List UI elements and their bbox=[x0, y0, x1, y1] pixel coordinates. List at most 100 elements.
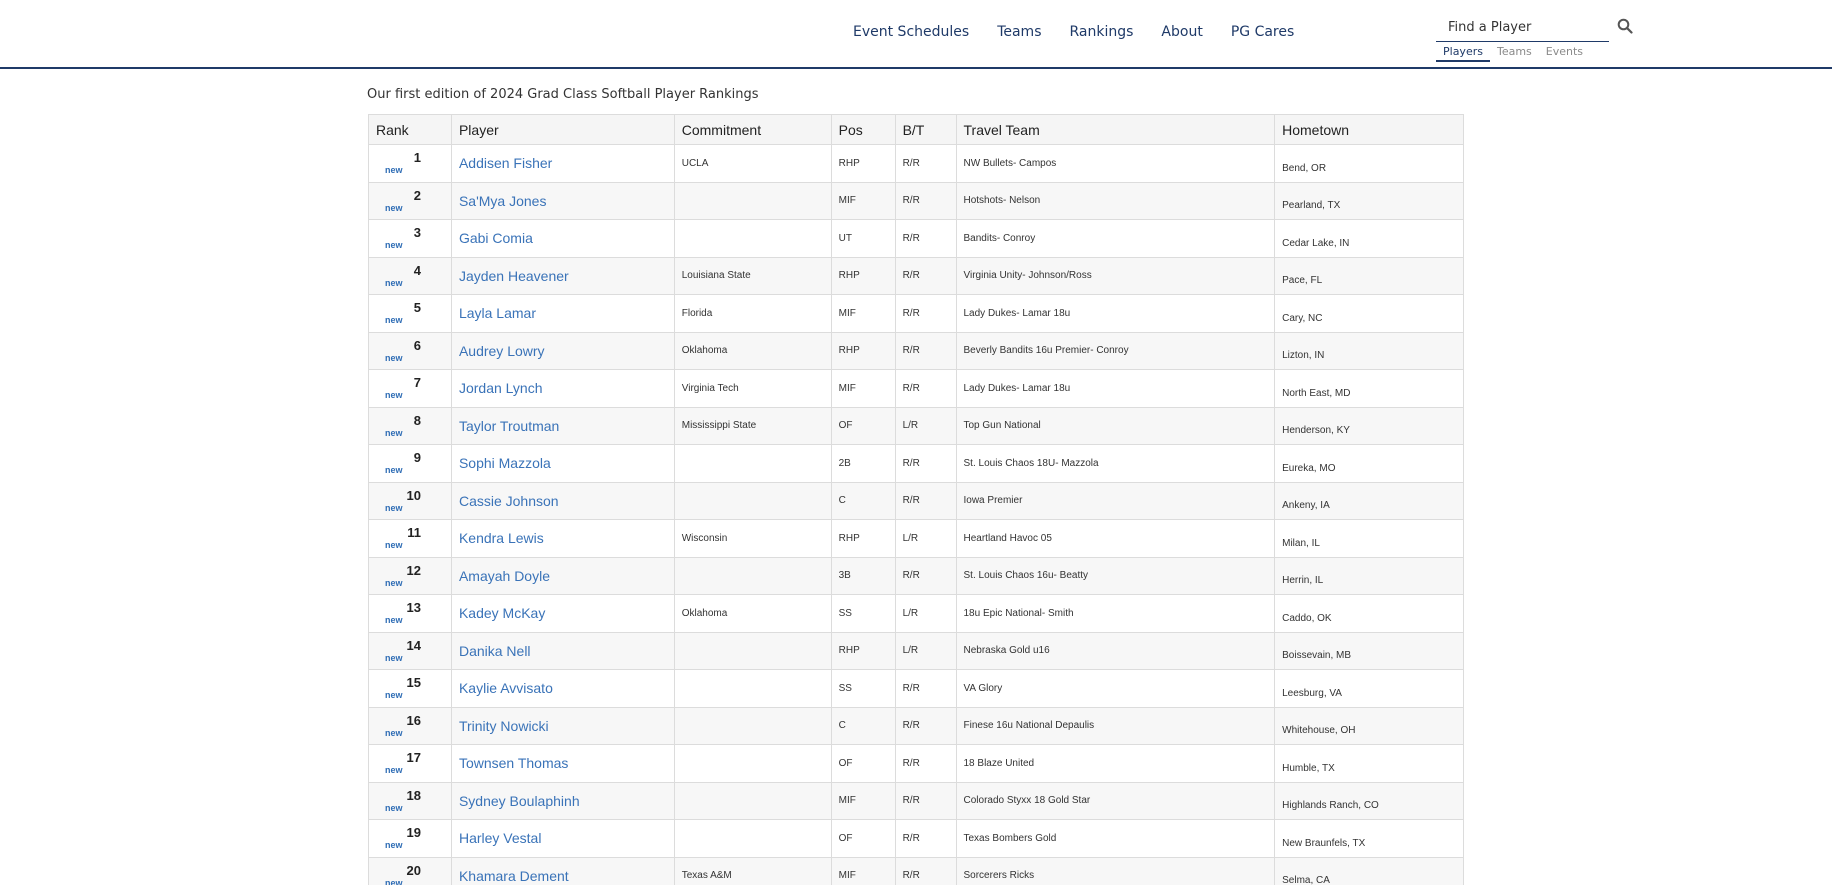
player-cell: Addisen Fisher bbox=[450, 144, 675, 182]
commitment-cell: UCLA bbox=[673, 144, 832, 182]
search-tab-events[interactable]: Events bbox=[1539, 45, 1590, 62]
player-link[interactable]: Addisen Fisher bbox=[459, 155, 552, 171]
player-link[interactable]: Layla Lamar bbox=[459, 305, 536, 321]
position-cell: MIF bbox=[830, 781, 896, 820]
rank-cell: 6 new bbox=[368, 331, 452, 370]
position-cell: C bbox=[830, 481, 896, 520]
hometown-cell: Pace, FL bbox=[1274, 256, 1464, 295]
rank-number: 13 bbox=[406, 600, 421, 616]
player-link[interactable]: Sa'Mya Jones bbox=[459, 193, 547, 209]
bats-throws-cell: R/R bbox=[894, 256, 956, 295]
site-header: Event Schedules Teams Rankings About PG … bbox=[0, 0, 1832, 69]
main-nav: Event Schedules Teams Rankings About PG … bbox=[853, 24, 1294, 40]
player-link[interactable]: Kendra Lewis bbox=[459, 530, 544, 546]
search-icon[interactable] bbox=[1617, 18, 1635, 36]
player-link[interactable]: Sophi Mazzola bbox=[459, 455, 551, 471]
bats-throws-cell: L/R bbox=[894, 631, 956, 670]
bats-throws-cell: R/R bbox=[894, 294, 956, 332]
bats-throws-cell: R/R bbox=[894, 669, 956, 707]
table-row: 6 new Audrey Lowry Oklahoma RHP R/R Beverly Ba… bbox=[368, 331, 1464, 370]
bats-throws-cell: R/R bbox=[894, 331, 956, 370]
nav-event-schedules[interactable]: Event Schedules bbox=[853, 24, 969, 40]
hometown-cell: Leesburg, VA bbox=[1274, 669, 1464, 707]
player-cell: Audrey Lowry bbox=[450, 331, 675, 370]
player-link[interactable]: Cassie Johnson bbox=[459, 493, 559, 509]
bats-throws-cell: R/R bbox=[894, 181, 956, 220]
position-cell: 3B bbox=[830, 556, 896, 595]
rank-number: 7 bbox=[413, 375, 421, 391]
hometown-cell: Henderson, KY bbox=[1274, 406, 1464, 445]
nav-about[interactable]: About bbox=[1161, 24, 1202, 40]
player-link[interactable]: Jayden Heavener bbox=[459, 268, 569, 284]
position-cell: OF bbox=[830, 744, 896, 782]
hometown-cell: Highlands Ranch, CO bbox=[1274, 781, 1464, 820]
rankings-intro: Our first edition of 2024 Grad Class Sof… bbox=[367, 87, 759, 102]
player-link[interactable]: Jordan Lynch bbox=[459, 380, 543, 396]
player-cell: Sydney Boulaphinh bbox=[450, 781, 675, 820]
nav-rankings[interactable]: Rankings bbox=[1069, 24, 1133, 40]
commitment-cell bbox=[673, 781, 832, 820]
table-row: 1 new Addisen Fisher UCLA RHP R/R NW Bullets- … bbox=[368, 144, 1464, 182]
table-row: 11 new Kendra Lewis Wisconsin RHP L/R Heartlan… bbox=[368, 519, 1464, 557]
position-cell: OF bbox=[830, 819, 896, 857]
player-cell: Layla Lamar bbox=[450, 294, 675, 332]
table-row: 18new Sydney Boulaphinh MIF R/R Colorado Sty… bbox=[368, 781, 1464, 820]
player-link[interactable]: Harley Vestal bbox=[459, 830, 541, 846]
table-row: 19new Harley Vestal OF R/R Texas Bombers Gol… bbox=[368, 819, 1464, 857]
rank-cell: 12new bbox=[368, 556, 452, 595]
player-search: Players Teams Events bbox=[1436, 14, 1633, 62]
player-link[interactable]: Townsen Thomas bbox=[459, 755, 568, 771]
travel-team-cell: 18u Epic National- Smith bbox=[955, 594, 1275, 632]
player-link[interactable]: Audrey Lowry bbox=[459, 343, 545, 359]
player-cell: Townsen Thomas bbox=[450, 744, 675, 782]
hometown-cell: Cary, NC bbox=[1274, 294, 1464, 332]
position-cell: RHP bbox=[830, 631, 896, 670]
rank-cell: 10new bbox=[368, 481, 452, 520]
bats-throws-cell: R/R bbox=[894, 369, 956, 407]
player-cell: Kaylie Avvisato bbox=[450, 669, 675, 707]
rank-number: 11 bbox=[407, 525, 421, 541]
rank-number: 15 bbox=[406, 675, 421, 691]
new-badge: new bbox=[385, 840, 403, 851]
rank-number: 6 bbox=[413, 337, 421, 353]
rank-number: 9 bbox=[413, 450, 421, 466]
search-input[interactable] bbox=[1436, 14, 1609, 42]
rank-cell: 19new bbox=[368, 819, 452, 857]
bats-throws-cell: R/R bbox=[894, 856, 956, 885]
travel-team-cell: Nebraska Gold u16 bbox=[955, 631, 1275, 670]
rank-cell: 2 new bbox=[368, 181, 452, 220]
player-link[interactable]: Sydney Boulaphinh bbox=[459, 793, 580, 809]
search-tab-teams[interactable]: Teams bbox=[1490, 45, 1539, 62]
nav-pg-cares[interactable]: PG Cares bbox=[1231, 24, 1294, 40]
table-header-row: Rank Player Commitment Pos B/T Travel Te… bbox=[368, 114, 1464, 145]
player-link[interactable]: Kadey McKay bbox=[459, 605, 545, 621]
new-badge: new bbox=[385, 577, 403, 588]
player-link[interactable]: Danika Nell bbox=[459, 643, 531, 659]
new-badge: new bbox=[385, 652, 403, 663]
player-link[interactable]: Kaylie Avvisato bbox=[459, 680, 553, 696]
player-cell: Taylor Troutman bbox=[450, 406, 675, 445]
player-cell: Gabi Comia bbox=[450, 219, 675, 257]
hometown-cell: Boissevain, MB bbox=[1274, 631, 1464, 670]
player-link[interactable]: Khamara Dement bbox=[459, 868, 569, 884]
player-link[interactable]: Gabi Comia bbox=[459, 230, 533, 246]
table-row: 15new Kaylie Avvisato SS R/R VA Glory Leesbur… bbox=[368, 669, 1464, 707]
bats-throws-cell: R/R bbox=[894, 781, 956, 820]
search-tab-players[interactable]: Players bbox=[1436, 45, 1490, 62]
player-link[interactable]: Trinity Nowicki bbox=[459, 718, 549, 734]
commitment-cell: Virginia Tech bbox=[673, 369, 832, 407]
player-link[interactable]: Taylor Troutman bbox=[459, 418, 559, 434]
travel-team-cell: St. Louis Chaos 16u- Beatty bbox=[955, 556, 1275, 595]
position-cell: RHP bbox=[830, 144, 896, 182]
player-cell: Trinity Nowicki bbox=[450, 706, 675, 745]
nav-teams[interactable]: Teams bbox=[997, 24, 1041, 40]
rank-number: 3 bbox=[413, 225, 421, 241]
hometown-cell: Eureka, MO bbox=[1274, 444, 1464, 482]
travel-team-cell: Colorado Styxx 18 Gold Star bbox=[955, 781, 1275, 820]
commitment-cell bbox=[673, 481, 832, 520]
player-link[interactable]: Amayah Doyle bbox=[459, 568, 550, 584]
new-badge: new bbox=[385, 240, 403, 251]
table-row: 20new Khamara Dement Texas A&M MIF R/R Sorcer… bbox=[368, 856, 1464, 885]
column-header-bt: B/T bbox=[894, 114, 957, 145]
column-header-commitment: Commitment bbox=[673, 114, 832, 145]
